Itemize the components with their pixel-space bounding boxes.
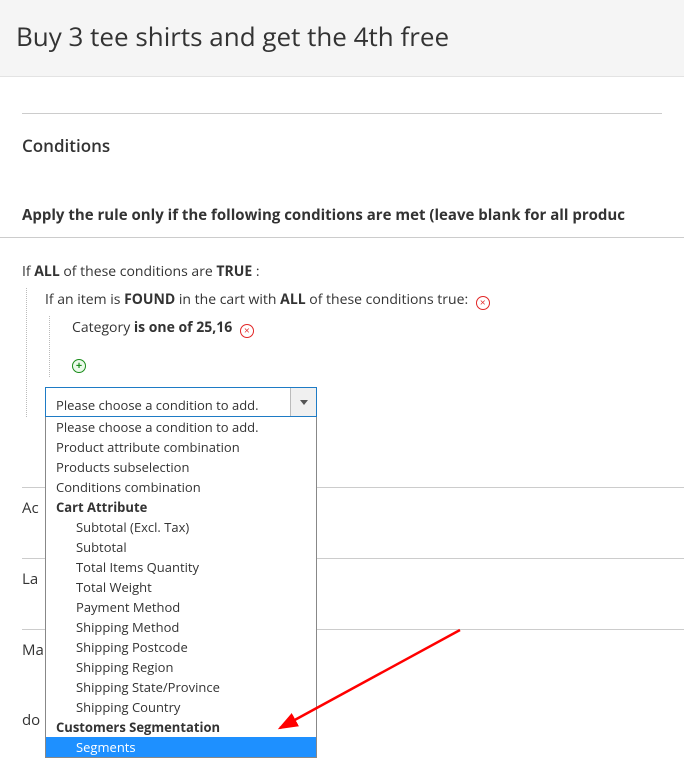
rule-sub-2: Category is one of 25,16 × + xyxy=(49,316,684,378)
found-prefix: If an item is xyxy=(45,290,124,309)
category-line: Category is one of 25,16 × xyxy=(72,316,684,340)
condition-select-wrap: Please choose a condition to add. Please… xyxy=(45,387,317,417)
page-title: Buy 3 tee shirts and get the 4th free xyxy=(16,18,668,54)
dropdown-option[interactable]: Total Weight xyxy=(46,577,316,597)
found-all[interactable]: ALL xyxy=(280,290,305,309)
rule-root-prefix: If xyxy=(22,262,34,281)
dropdown-option[interactable]: Please choose a condition to add. xyxy=(46,417,316,437)
dropdown-option[interactable]: Shipping Country xyxy=(46,697,316,717)
dropdown-option[interactable]: Shipping Region xyxy=(46,657,316,677)
rule-root-suffix: : xyxy=(252,262,259,281)
content-area: Conditions Apply the rule only if the fo… xyxy=(0,113,684,730)
dropdown-option[interactable]: Total Items Quantity xyxy=(46,557,316,577)
header-bar: Buy 3 tee shirts and get the 4th free xyxy=(0,0,684,77)
rule-found-line: If an item is FOUND in the cart with ALL… xyxy=(45,288,684,312)
remove-icon[interactable]: × xyxy=(476,296,490,310)
dropdown-option[interactable]: Shipping Postcode xyxy=(46,637,316,657)
dropdown-option[interactable]: Products subselection xyxy=(46,457,316,477)
section-divider xyxy=(22,113,662,114)
dropdown-option[interactable]: Shipping Method xyxy=(46,617,316,637)
rule-tree: If ALL of these conditions are TRUE : If… xyxy=(0,238,684,417)
dropdown-option[interactable]: Conditions combination xyxy=(46,477,316,497)
category-label: Category xyxy=(72,318,134,337)
found-word[interactable]: FOUND xyxy=(124,290,175,309)
dropdown-option[interactable]: Segments xyxy=(46,737,316,757)
found-suffix: of these conditions true: xyxy=(306,290,472,309)
condition-select-toggle[interactable] xyxy=(290,388,316,416)
dropdown-option[interactable]: Shipping State/Province xyxy=(46,677,316,697)
conditions-heading: Conditions xyxy=(22,134,684,157)
dropdown-option: Cart Attribute xyxy=(46,497,316,517)
rule-root-value[interactable]: TRUE xyxy=(216,262,252,281)
dropdown-option[interactable]: Product attribute combination xyxy=(46,437,316,457)
dropdown-option: Customers Segmentation xyxy=(46,717,316,737)
add-condition-row: + xyxy=(72,353,684,377)
category-value[interactable]: 25,16 xyxy=(196,318,232,337)
category-operator[interactable]: is one of xyxy=(134,318,193,337)
condition-select[interactable]: Please choose a condition to add. xyxy=(45,387,317,417)
apply-caption: Apply the rule only if the following con… xyxy=(22,205,684,225)
dropdown-option[interactable]: Payment Method xyxy=(46,597,316,617)
condition-select-label: Please choose a condition to add. xyxy=(46,388,290,416)
dropdown-option[interactable]: Subtotal (Excl. Tax) xyxy=(46,517,316,537)
remove-icon[interactable]: × xyxy=(240,324,254,338)
add-icon[interactable]: + xyxy=(72,359,86,373)
rule-root-mid: of these conditions are xyxy=(60,262,217,281)
chevron-down-icon xyxy=(300,400,308,405)
rule-root: If ALL of these conditions are TRUE : xyxy=(22,260,684,284)
condition-dropdown[interactable]: Please choose a condition to add.Product… xyxy=(45,417,317,758)
dropdown-option[interactable]: Subtotal xyxy=(46,537,316,557)
rule-root-aggregator[interactable]: ALL xyxy=(34,262,59,281)
found-mid: in the cart with xyxy=(175,290,280,309)
rule-sub-1: If an item is FOUND in the cart with ALL… xyxy=(26,288,684,417)
